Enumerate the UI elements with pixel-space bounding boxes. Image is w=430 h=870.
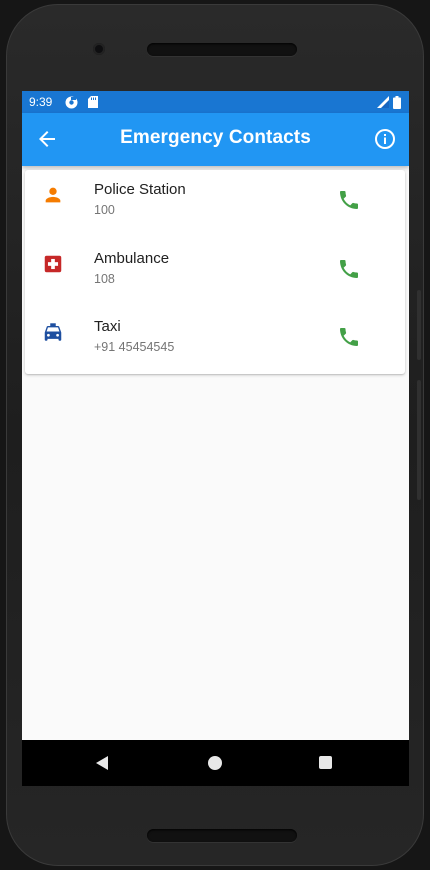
arrow-back-icon[interactable] [35,127,59,151]
gear-notification-icon [65,96,78,109]
taxi-icon [44,323,62,341]
contact-number: +91 45454545 [94,340,175,354]
volume-button [417,380,421,500]
contact-item-ambulance[interactable]: Ambulance 108 [25,239,405,307]
contact-name: Taxi [94,318,121,335]
bottom-speaker [147,829,297,842]
phone-icon[interactable] [337,257,361,281]
phone-icon[interactable] [337,325,361,349]
contact-name: Ambulance [94,250,170,267]
nav-home-icon[interactable] [208,756,222,770]
signal-icon [377,96,389,108]
sd-card-icon [88,96,98,108]
medical-cross-icon [44,255,62,273]
status-time: 9:39 [29,95,53,109]
contact-item-taxi[interactable]: Taxi +91 45454545 [25,307,405,375]
screen: 9:39 Emergency Contacts Police Station 1… [22,91,409,786]
contact-item-police[interactable]: Police Station 100 [25,170,405,238]
page-title: Emergency Contacts [120,127,311,148]
nav-recents-icon[interactable] [319,756,332,769]
contact-name: Police Station [94,181,186,198]
contacts-card: Police Station 100 Ambulance 108 Taxi +9… [25,170,405,374]
earpiece-speaker [147,43,297,56]
battery-icon [393,96,401,109]
app-bar: Emergency Contacts [22,113,409,166]
contact-number: 100 [94,203,115,217]
contact-number: 108 [94,272,115,286]
person-icon [45,187,61,203]
nav-back-icon[interactable] [95,755,109,771]
front-camera [93,43,105,55]
power-button [417,290,421,360]
info-outline-icon[interactable] [373,127,397,151]
status-bar: 9:39 [22,91,409,113]
navigation-bar [22,740,409,786]
phone-icon[interactable] [337,188,361,212]
